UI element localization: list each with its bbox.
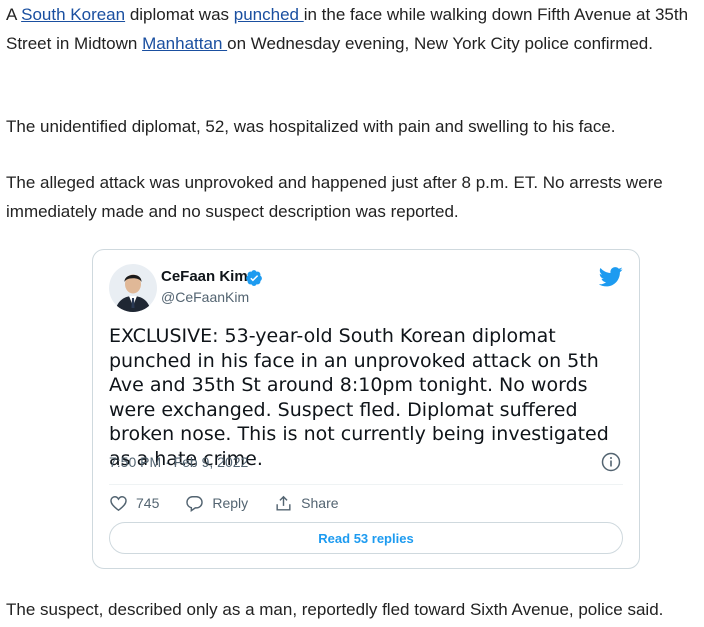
read-replies-button[interactable]: Read 53 replies [109, 522, 623, 554]
p1-text-post: on Wednesday evening, New York City poli… [227, 34, 653, 53]
article-paragraph-2: The unidentified diplomat, 52, was hospi… [6, 117, 616, 136]
article-paragraph-4: The suspect, described only as a man, re… [6, 600, 664, 619]
verified-badge-icon [246, 270, 262, 286]
tweet-actions: 745 Reply Share [109, 492, 365, 514]
link-manhattan[interactable]: Manhattan [142, 34, 227, 53]
share-icon [276, 495, 291, 511]
p1-text-mid1: diplomat was [125, 5, 234, 24]
info-icon[interactable] [601, 452, 621, 472]
article-paragraph-3: The alleged attack was unprovoked and ha… [6, 173, 663, 221]
like-button[interactable]: 745 [109, 494, 159, 513]
tweet-divider [109, 484, 623, 485]
heart-icon [110, 495, 127, 511]
tweet-handle[interactable]: @CeFaanKim [161, 289, 249, 305]
reply-label: Reply [212, 495, 249, 511]
link-south-korean[interactable]: South Korean [21, 5, 125, 24]
reply-button[interactable]: Reply [185, 494, 248, 513]
link-punched[interactable]: punched [234, 5, 304, 24]
tweet-timestamp[interactable]: 7:50 PM · Feb 9, 2022 [109, 454, 248, 470]
share-button[interactable]: Share [274, 494, 339, 513]
reply-icon [186, 495, 204, 512]
p1-text-pre: A [6, 5, 22, 24]
tweet-author-name[interactable]: CeFaan Kim [161, 268, 248, 285]
like-count: 745 [136, 495, 160, 511]
article-paragraph-1: A South Korean diplomat was punched in t… [6, 0, 700, 58]
twitter-bird-icon[interactable] [599, 266, 623, 288]
avatar[interactable] [109, 264, 157, 312]
tweet-text: EXCLUSIVE: 53-year-old South Korean dipl… [109, 325, 609, 470]
share-label: Share [301, 495, 339, 511]
embedded-tweet[interactable]: CeFaan Kim @CeFaanKim EXCLUSIVE: 53-year… [92, 249, 640, 569]
